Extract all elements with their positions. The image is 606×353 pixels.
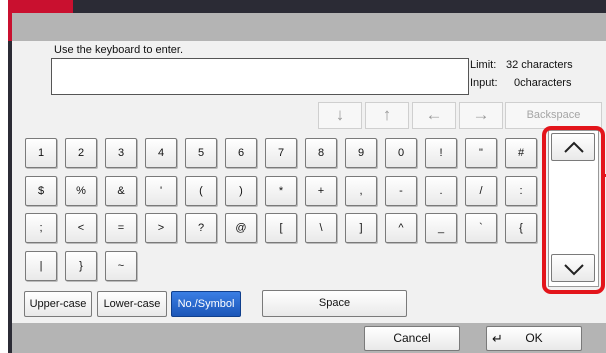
key[interactable]: : xyxy=(505,176,537,206)
input-value: 0characters xyxy=(514,77,572,89)
key[interactable]: + xyxy=(305,176,337,206)
key[interactable]: \ xyxy=(305,213,337,243)
key[interactable]: * xyxy=(265,176,297,206)
key[interactable]: " xyxy=(465,138,497,168)
key[interactable]: @ xyxy=(225,213,257,243)
key[interactable]: 3 xyxy=(105,138,137,168)
key[interactable]: % xyxy=(65,176,97,206)
key[interactable]: ~ xyxy=(105,251,137,281)
arrow-right-icon: → xyxy=(472,105,490,124)
key[interactable]: ; xyxy=(25,213,57,243)
ok-button[interactable]: ↵ OK xyxy=(486,326,582,351)
key[interactable]: > xyxy=(145,213,177,243)
key[interactable]: < xyxy=(65,213,97,243)
key[interactable]: ` xyxy=(465,213,497,243)
ok-label: OK xyxy=(525,331,543,345)
callout-pointer xyxy=(601,174,606,177)
key[interactable]: _ xyxy=(425,213,457,243)
key[interactable]: 0 xyxy=(385,138,417,168)
key[interactable]: , xyxy=(345,176,377,206)
key[interactable]: 1 xyxy=(25,138,57,168)
limit-label: Limit: xyxy=(470,59,497,71)
key[interactable]: | xyxy=(25,251,57,281)
key[interactable]: / xyxy=(465,176,497,206)
key[interactable]: ( xyxy=(185,176,217,206)
input-label: Input: xyxy=(470,77,498,89)
key[interactable]: 8 xyxy=(305,138,337,168)
key[interactable]: . xyxy=(425,176,457,206)
key[interactable]: { xyxy=(505,213,537,243)
limit-value: 32 characters xyxy=(506,59,573,71)
cursor-right-button[interactable]: → xyxy=(459,102,503,129)
arrow-left-icon: ← xyxy=(425,105,443,124)
home-tab-accent xyxy=(8,0,73,13)
backspace-button[interactable]: Backspace xyxy=(505,102,602,129)
key[interactable]: ] xyxy=(345,213,377,243)
arrow-down-icon: ↓ xyxy=(335,105,345,124)
upper-case-button[interactable]: Upper-case xyxy=(24,291,92,317)
key[interactable]: & xyxy=(105,176,137,206)
scroll-callout-highlight xyxy=(542,126,605,294)
key[interactable]: ? xyxy=(185,213,217,243)
key[interactable]: 9 xyxy=(345,138,377,168)
cursor-up-button[interactable]: ↑ xyxy=(365,102,409,129)
top-status-bar xyxy=(73,0,606,13)
arrow-up-icon: ↑ xyxy=(382,105,392,124)
space-button[interactable]: Space xyxy=(262,290,407,317)
key[interactable]: 2 xyxy=(65,138,97,168)
key[interactable]: ) xyxy=(225,176,257,206)
key[interactable]: = xyxy=(105,213,137,243)
enter-icon: ↵ xyxy=(492,331,503,346)
key[interactable]: ' xyxy=(145,176,177,206)
key[interactable]: 4 xyxy=(145,138,177,168)
instruction-text: Use the keyboard to enter. xyxy=(54,44,184,56)
key[interactable]: 7 xyxy=(265,138,297,168)
dialog-title-bar xyxy=(12,13,606,41)
key[interactable]: [ xyxy=(265,213,297,243)
key[interactable]: } xyxy=(65,251,97,281)
text-entry-field[interactable] xyxy=(51,58,469,95)
cancel-button[interactable]: Cancel xyxy=(364,326,460,351)
key[interactable]: ^ xyxy=(385,213,417,243)
number-symbol-button[interactable]: No./Symbol xyxy=(171,291,241,317)
key[interactable]: 6 xyxy=(225,138,257,168)
key[interactable]: ! xyxy=(425,138,457,168)
cursor-left-button[interactable]: ← xyxy=(412,102,456,129)
key[interactable]: 5 xyxy=(185,138,217,168)
cursor-down-button[interactable]: ↓ xyxy=(318,102,362,129)
key[interactable]: - xyxy=(385,176,417,206)
lower-case-button[interactable]: Lower-case xyxy=(97,291,167,317)
key[interactable]: # xyxy=(505,138,537,168)
key[interactable]: $ xyxy=(25,176,57,206)
